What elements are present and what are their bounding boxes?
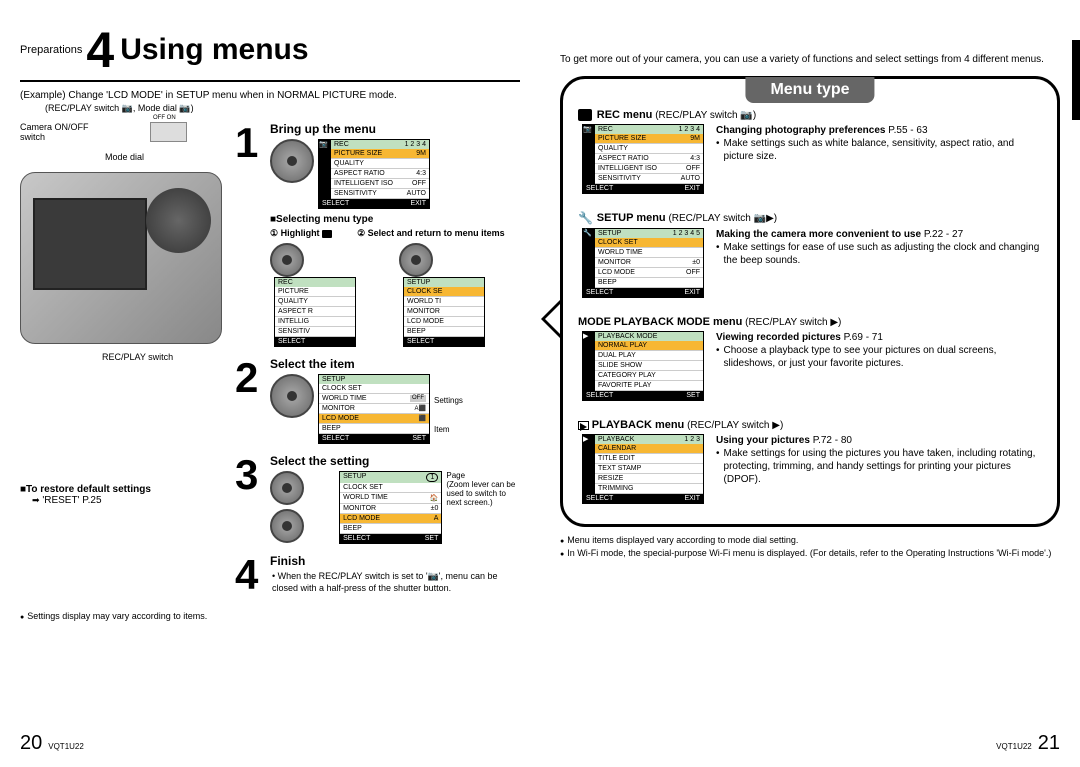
- rec-menu-section: REC menu (REC/PLAY switch 📷) 📷 REC1 2 3 …: [578, 109, 1042, 194]
- camera-lens-icon: [146, 188, 211, 253]
- right-footer-2: In Wi-Fi mode, the special-purpose Wi-Fi…: [560, 548, 1060, 560]
- header-title: Using menus: [120, 33, 308, 67]
- rec-screen-narrow: REC PICTURE QUALITY ASPECT R INTELLIG SE…: [274, 277, 356, 347]
- playback-menu-section: PLAYBACK menu (REC/PLAY switch ▶) ▶ PLAY…: [578, 419, 1042, 504]
- settings-label: Settings: [434, 396, 463, 405]
- dpad-icon: [270, 471, 304, 505]
- dpad-icon: [270, 243, 304, 277]
- step-num-3: 3: [235, 454, 270, 544]
- label-recplay: REC/PLAY switch: [102, 352, 173, 362]
- header-bar: Preparations 4 Using menus: [20, 25, 520, 82]
- steps-column: 1 Bring up the menu 📷 REC1 2 3 4 PICTUR: [235, 122, 520, 606]
- step-num-1: 1: [235, 122, 270, 347]
- bottom-bar-right: VQT1U22 21: [560, 732, 1060, 755]
- highlight-label: ① Highlight: [270, 228, 320, 238]
- setup-screen-2: SETUP CLOCK SET WORLD TIMEOFF MONITORA⬛ …: [318, 374, 430, 444]
- step-3: 3 Select the setting SETUP1 CLOCK SET: [235, 454, 520, 544]
- section-label: Preparations: [20, 44, 82, 56]
- setup-menu-screen: 🔧 SETUP1 2 3 4 5 CLOCK SET WORLD TIME MO…: [582, 228, 704, 298]
- header-number: 4: [86, 25, 114, 75]
- step-num-2: 2: [235, 357, 270, 444]
- screen-sidecol-icon: 📷: [319, 140, 331, 199]
- playback-bullet: Make settings for using the pictures you…: [716, 447, 1042, 486]
- zoom-note: (Zoom lever can be used to switch to nex…: [446, 480, 520, 507]
- step1-sub: ■Selecting menu type: [270, 214, 520, 225]
- camera-column: Camera ON/OFF switch OFF ON Mode dial Sh…: [20, 122, 235, 606]
- restore-block: ■To restore default settings ➡ 'RESET' P…: [20, 484, 235, 506]
- doc-code-right: VQT1U22: [996, 742, 1032, 751]
- example-text: (Example) Change 'LCD MODE' in SETUP men…: [20, 90, 520, 101]
- mode-bullet: Choose a playback type to see your pictu…: [716, 344, 1042, 370]
- step4-title: Finish: [270, 554, 520, 568]
- left-footer-note: Settings display may vary according to i…: [20, 611, 520, 623]
- dpad-icon: [399, 243, 433, 277]
- restore-text: ➡ 'RESET' P.25: [32, 495, 235, 506]
- dpad-icon: [270, 509, 304, 543]
- setup-screen-3: SETUP1 CLOCK SET WORLD TIME🏠 MONITOR±0 L…: [339, 471, 442, 544]
- playback-mode-section: MODE PLAYBACK MODE menu (REC/PLAY switch…: [578, 316, 1042, 401]
- playback-menu-screen: ▶ PLAYBACK1 2 3 CALENDAR TITLE EDIT TEXT…: [582, 434, 704, 504]
- camera-icon: [578, 109, 592, 121]
- playback-mode-screen: ▶ PLAYBACK MODE NORMAL PLAY DUAL PLAY SL…: [582, 331, 704, 401]
- menu-icon: [322, 230, 332, 238]
- page-num-right: 21: [1038, 732, 1060, 755]
- bottom-bar-left: 20 VQT1U22: [20, 732, 520, 755]
- page-num-left: 20: [20, 732, 42, 755]
- restore-title: ■To restore default settings: [20, 484, 235, 495]
- step4-text: • When the REC/PLAY switch is set to '📷'…: [272, 571, 520, 594]
- camera-screen-icon: [33, 198, 147, 290]
- page-right: To get more out of your camera, you can …: [540, 0, 1080, 767]
- page-left: Preparations 4 Using menus (Example) Cha…: [0, 0, 540, 767]
- wrench-icon: [578, 213, 592, 225]
- pointer-triangle-icon: [541, 299, 561, 339]
- arrow-icon: ➡: [32, 495, 40, 505]
- setup-bullet: Make settings for ease of use such as ad…: [716, 241, 1042, 267]
- label-modedial: Mode dial: [105, 152, 144, 162]
- menu-type-box: Menu type REC menu (REC/PLAY switch 📷) 📷: [560, 76, 1060, 527]
- step-1: 1 Bring up the menu 📷 REC1 2 3 4 PICTUR: [235, 122, 520, 347]
- label-onoff: Camera ON/OFF switch: [20, 122, 90, 142]
- rec-menu-screen: 📷 REC1 2 3 4 PICTURE SIZE9M QUALITY ASPE…: [582, 124, 704, 194]
- step-4: 4 Finish • When the REC/PLAY switch is s…: [235, 554, 520, 596]
- doc-code-left: VQT1U22: [48, 742, 84, 751]
- side-tab-icon: [1072, 40, 1080, 120]
- right-footer-notes: Menu items displayed vary according to m…: [560, 535, 1060, 560]
- step-2: 2 Select the item SETUP CLOCK SET WORLD …: [235, 357, 520, 444]
- setup-screen-narrow: SETUP CLOCK SE WORLD TI MONITOR LCD MODE…: [403, 277, 485, 347]
- rec-bullet: Make settings such as white balance, sen…: [716, 137, 1042, 163]
- camera-illustration: [20, 172, 222, 344]
- menu-type-title: Menu type: [745, 77, 874, 103]
- right-footer-1: Menu items displayed vary according to m…: [560, 535, 1060, 547]
- rec-screen: 📷 REC1 2 3 4 PICTURE SIZE9M QUALITY ASPE…: [318, 139, 430, 209]
- step3-title: Select the setting: [270, 454, 520, 468]
- step2-title: Select the item: [270, 357, 520, 371]
- onoff-switch-icon: OFF ON: [150, 122, 187, 142]
- playback-icon: [578, 421, 589, 430]
- select-return-label: ② Select and return to menu items: [357, 228, 505, 238]
- item-label: Item: [434, 425, 463, 434]
- example-sub: (REC/PLAY switch 📷, Mode dial 📷): [45, 103, 520, 114]
- dpad-icon: [270, 374, 314, 418]
- dpad-icon: [270, 139, 314, 183]
- step1-title: Bring up the menu: [270, 122, 520, 136]
- intro-text: To get more out of your camera, you can …: [560, 53, 1060, 66]
- page-label: Page: [446, 471, 520, 480]
- step-num-4: 4: [235, 554, 270, 596]
- setup-menu-section: SETUP menu (REC/PLAY switch 📷▶) 🔧 SETUP1…: [578, 212, 1042, 297]
